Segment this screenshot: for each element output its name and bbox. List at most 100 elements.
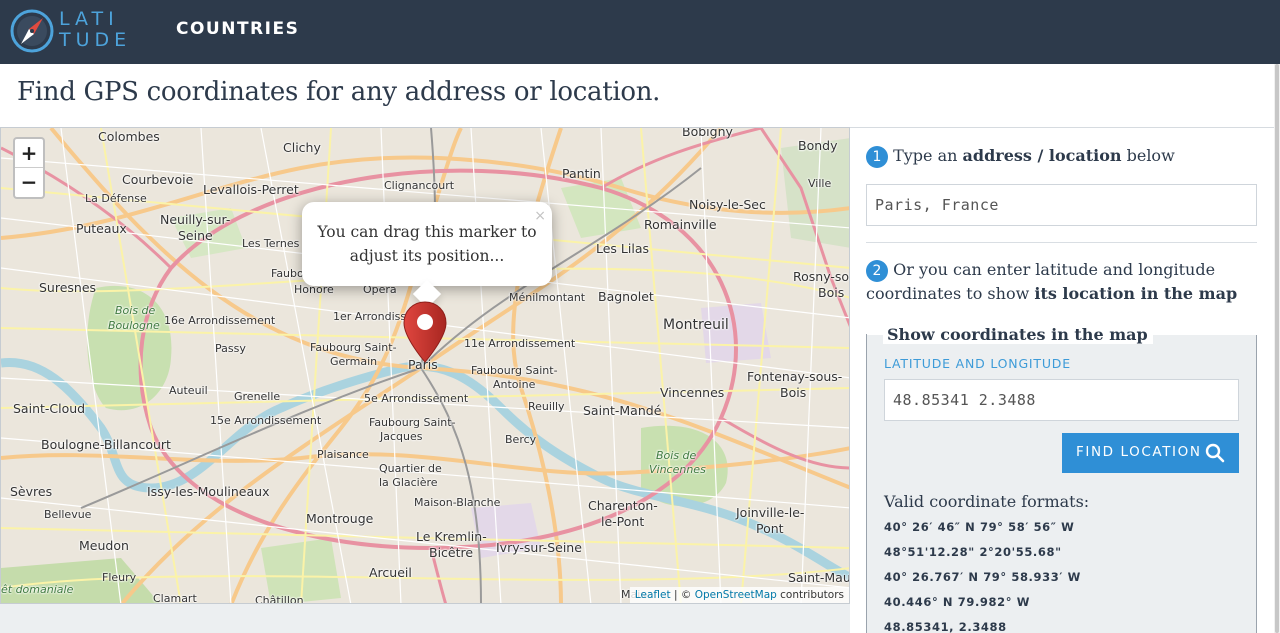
map-label: Faubourg Saint-: [471, 364, 558, 377]
map-label: Suresnes: [39, 280, 97, 295]
map-label: Faubourg Saint-: [369, 416, 456, 429]
map-label: Grenelle: [234, 390, 281, 403]
step-1-text-pre: Type an: [893, 146, 963, 165]
map-label: Noisy-le-Sec: [689, 197, 766, 212]
map-label: Vincennes: [649, 463, 706, 476]
search-icon: [1205, 443, 1225, 463]
map-label: Auteuil: [169, 384, 208, 397]
map-label: Les Lilas: [596, 241, 650, 256]
step-2-text-bold: its location in the map: [1034, 284, 1238, 303]
map-label: La Défense: [85, 192, 147, 205]
nav-link-countries[interactable]: COUNTRIES: [176, 19, 299, 39]
map-label: la Glacière: [379, 476, 438, 489]
coordinates-input[interactable]: [884, 379, 1239, 421]
step-1-text-post: below: [1121, 146, 1175, 165]
format-example: 40° 26.767′ N 79° 58.933′ W: [884, 570, 1081, 584]
coordinates-fieldset: Show coordinates in the map LATITUDE AND…: [866, 325, 1258, 633]
map-label: Saint-Mau: [788, 570, 850, 585]
map-label: Bois de: [656, 449, 697, 462]
map-label: Joinville-le-: [736, 505, 805, 520]
step-2-badge: 2: [866, 259, 888, 282]
map-label: Clamart: [153, 592, 197, 604]
map-label: Boulogne-Billancourt: [41, 437, 171, 452]
compass-logo-icon[interactable]: [10, 9, 54, 53]
scrollbar-thumb[interactable]: [1275, 64, 1279, 633]
map-label: Montreuil: [663, 317, 729, 333]
map-label: Antoine: [493, 378, 536, 391]
map-label: Neuilly-sur-: [160, 212, 231, 227]
map-label: Colombes: [98, 129, 160, 144]
map-label: Plaisance: [317, 448, 369, 461]
map-marker-icon[interactable]: [402, 300, 448, 364]
format-example: 40° 26′ 46″ N 79° 58′ 56″ W: [884, 520, 1075, 534]
map-label: 16e Arrondissement: [164, 314, 276, 327]
format-example: 48°51'12.28" 2°20'55.68": [884, 545, 1062, 559]
zoom-control: + −: [13, 137, 45, 199]
format-example: 48.85341, 2.3488: [884, 620, 1007, 633]
attribution-separator: | ©: [670, 589, 695, 601]
step-1-text-bold: address / location: [962, 146, 1122, 165]
map-label: Charenton-: [588, 498, 658, 513]
zoom-in-button[interactable]: +: [15, 139, 43, 168]
map-label: Châtillon: [255, 594, 304, 604]
map-label: Seine: [178, 228, 213, 243]
page-title: Find GPS coordinates for any address or …: [17, 77, 661, 107]
top-navbar: LATI TUDE COUNTRIES: [0, 0, 1280, 64]
map-label: Germain: [330, 355, 378, 368]
map-label: Issy-les-Moulineaux: [147, 484, 270, 499]
search-panel: 1 Type an address / location below 2 Or …: [850, 128, 1274, 633]
map-label: 1er Arrondisse: [333, 310, 413, 323]
fieldset-legend: Show coordinates in the map: [883, 326, 1153, 344]
osm-link[interactable]: OpenStreetMap: [695, 589, 777, 601]
logo-line-2: TUDE: [59, 29, 132, 51]
step-1-instruction: 1 Type an address / location below: [866, 144, 1175, 168]
formats-title: Valid coordinate formats:: [884, 492, 1090, 511]
map-label: Maison-Blanche: [414, 496, 501, 509]
divider: [866, 242, 1257, 243]
page-scrollbar[interactable]: [1274, 64, 1280, 633]
leaflet-link[interactable]: Leaflet: [635, 589, 671, 601]
map-label: Meudon: [79, 538, 129, 553]
map-label: Bicêtre: [429, 545, 474, 560]
format-example: 40.446° N 79.982° W: [884, 595, 1030, 609]
find-location-label: FIND LOCATION: [1076, 444, 1202, 460]
map-label: Bercy: [505, 433, 537, 446]
map-label: Faubourg Saint-: [310, 341, 397, 354]
map-label: Ivry-sur-Seine: [496, 540, 582, 555]
map-label: Bois de: [115, 304, 156, 317]
map-label: Rosny-so: [793, 269, 850, 284]
map-label: Bondy: [798, 138, 838, 153]
map-label: Courbevoie: [122, 172, 194, 187]
map-label: Les Ternes: [242, 237, 300, 250]
map-label: Clignancourt: [384, 179, 455, 192]
map-label: Bois: [818, 285, 845, 300]
map-label: Puteaux: [76, 221, 127, 236]
map-label: Fleury: [102, 571, 137, 584]
map-label: Jacques: [380, 430, 423, 443]
logo-wordmark[interactable]: LATI TUDE: [59, 9, 131, 51]
map-label: Romainville: [644, 217, 717, 232]
map-label: Pont: [756, 521, 784, 536]
find-location-button[interactable]: FIND LOCATION: [1062, 433, 1239, 473]
map-label: Montrouge: [306, 511, 374, 526]
title-strip: Find GPS coordinates for any address or …: [0, 64, 1274, 128]
step-2-instruction: 2 Or you can enter latitude and longitud…: [866, 258, 1261, 306]
map-label: Arcueil: [369, 565, 412, 580]
map-label: Saint-Mandé: [583, 403, 662, 418]
address-input[interactable]: [866, 184, 1257, 226]
marker-popup: × You can drag this marker to adjust its…: [302, 202, 552, 309]
map-label: Vincennes: [660, 385, 725, 400]
map-label: Sèvres: [10, 484, 53, 499]
formats-list: 40° 26′ 46″ N 79° 58′ 56″ W 48°51'12.28"…: [884, 519, 1081, 633]
map-label: Saint-Cloud: [13, 401, 86, 416]
map-label: Bellevue: [44, 508, 92, 521]
map-label: êt domaniale: [1, 583, 74, 596]
map-label: 5e Arrondissement: [364, 392, 469, 405]
below-map-area: [0, 604, 850, 633]
map-label: Clichy: [283, 140, 321, 155]
map-label: Bois: [780, 385, 807, 400]
map-label: 15e Arrondissement: [210, 414, 322, 427]
zoom-out-button[interactable]: −: [15, 168, 43, 197]
map-view[interactable]: Colombes Clichy Bobigny Bondy Courbevoie…: [0, 127, 850, 604]
map-label: Le Kremlin-: [416, 529, 487, 544]
